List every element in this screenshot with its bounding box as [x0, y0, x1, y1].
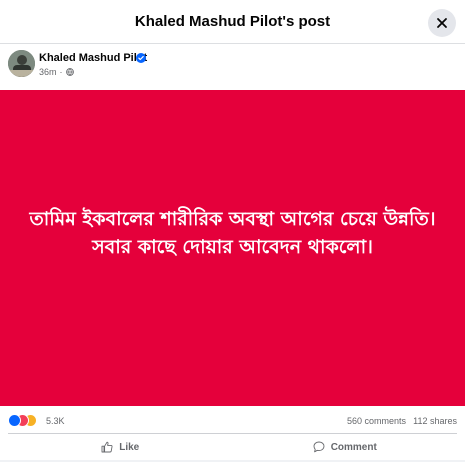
- close-button[interactable]: [428, 9, 456, 37]
- like-reaction-icon: [8, 414, 21, 427]
- verified-badge-icon: [136, 53, 146, 63]
- post-text-background[interactable]: তামিম ইকবালের শারীরিক অবস্থা আগের চেয়ে …: [0, 90, 465, 406]
- thumbs-up-icon: [101, 441, 113, 453]
- post-actions-row: Like Comment: [8, 433, 457, 460]
- post-time[interactable]: 36m: [39, 67, 57, 77]
- shares-count[interactable]: 112 shares: [413, 416, 457, 426]
- like-button[interactable]: Like: [8, 434, 233, 460]
- post-text: তামিম ইকবালের শারীরিক অবস্থা আগের চেয়ে …: [29, 208, 436, 258]
- post-meta: 36m ·: [39, 67, 74, 77]
- author-name[interactable]: Khaled Mashud Pilot: [39, 52, 147, 64]
- comment-label: Comment: [330, 441, 377, 453]
- dialog-title: Khaled Mashud Pilot's post: [134, 13, 331, 30]
- avatar-image: [8, 50, 35, 77]
- reactions-summary[interactable]: [8, 414, 38, 428]
- reactions-count[interactable]: 5.3K: [46, 416, 65, 426]
- comment-bubble-icon: [313, 441, 325, 453]
- globe-icon: [65, 68, 74, 76]
- post-stats-row: 5.3K 560 comments 112 shares: [0, 408, 465, 434]
- post-dialog-header: Khaled Mashud Pilot's post: [0, 0, 465, 44]
- comment-button[interactable]: Comment: [233, 434, 458, 460]
- close-icon: [437, 18, 447, 28]
- meta-separator: ·: [59, 67, 63, 77]
- comments-count[interactable]: 560 comments: [347, 416, 406, 426]
- avatar[interactable]: [8, 50, 35, 77]
- like-label: Like: [119, 441, 140, 453]
